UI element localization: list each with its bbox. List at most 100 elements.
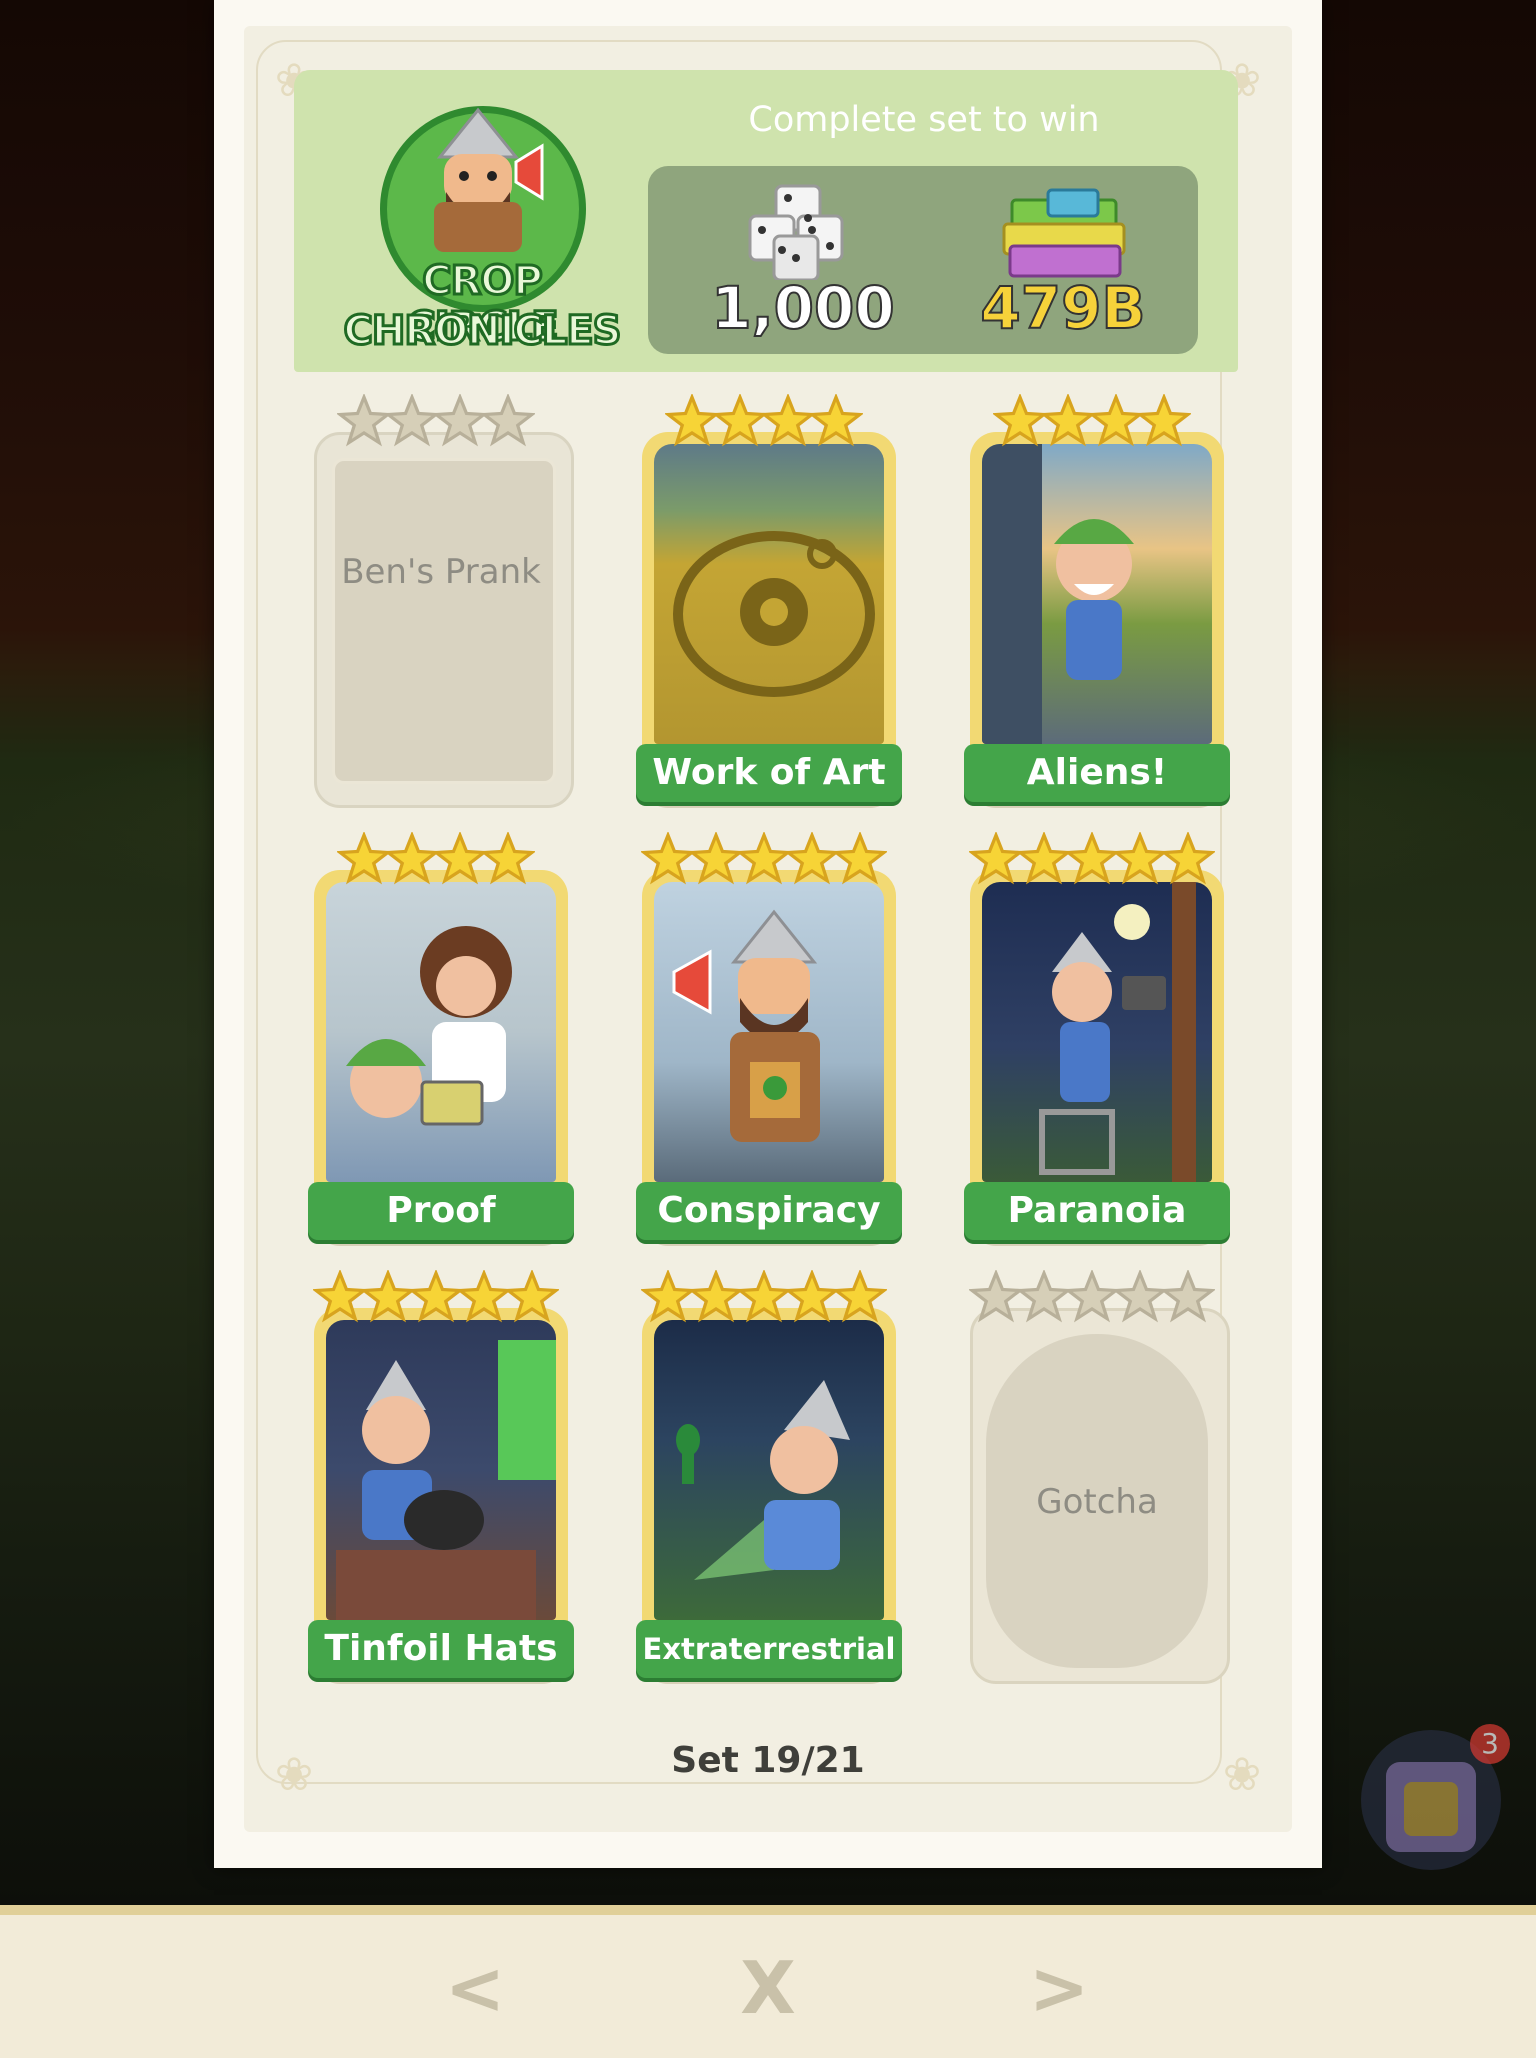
star-icon (1041, 394, 1095, 447)
star-rating (952, 832, 1232, 892)
reward-title: Complete set to win (748, 100, 1100, 140)
logo-title-line2: CHRONICLES (342, 307, 623, 356)
card-label: Aliens! (964, 744, 1230, 802)
card-art (982, 882, 1212, 1182)
star-rating (952, 394, 1232, 454)
star-rating (296, 394, 576, 454)
star-icon (713, 394, 767, 447)
card-label: Proof (308, 1182, 574, 1240)
card-tinfoil-hats[interactable]: Tinfoil Hats (296, 1270, 576, 1690)
card-art (326, 882, 556, 1182)
star-icon (457, 1270, 511, 1323)
star-rating (296, 1270, 576, 1330)
star-icon (761, 394, 815, 447)
card-conspiracy[interactable]: Conspiracy (624, 832, 904, 1252)
card-slot-gotcha[interactable]: Gotcha (952, 1270, 1232, 1690)
set-header: CROP CIRCLE CHRONICLES Complete set to w… (294, 70, 1238, 372)
star-icon (833, 832, 887, 885)
reward-box: 1,000 479B (648, 166, 1198, 354)
crop-circle-icon (673, 531, 875, 697)
set-logo: CROP CIRCLE CHRONICLES (342, 98, 623, 368)
card-label: Tinfoil Hats (308, 1620, 574, 1678)
star-icon (1017, 832, 1071, 885)
star-icon (737, 1270, 791, 1323)
star-icon (785, 832, 839, 885)
star-icon (969, 1270, 1023, 1323)
next-set-button[interactable]: > (1004, 1943, 1114, 2033)
star-icon (337, 394, 391, 447)
card-art (982, 444, 1212, 744)
card-label: Paranoia (964, 1182, 1230, 1240)
card-aliens[interactable]: Aliens! (952, 394, 1232, 814)
star-icon (409, 1270, 463, 1323)
card-extraterrestrial[interactable]: Extraterrestrial (624, 1270, 904, 1690)
star-icon (1065, 1270, 1119, 1323)
dice-reward-value: 1,000 (710, 273, 895, 343)
cash-reward-value: 479B (979, 273, 1146, 343)
star-icon (481, 394, 535, 447)
star-icon (1113, 832, 1167, 885)
previous-set-button[interactable]: < (420, 1943, 530, 2033)
close-button[interactable]: X (713, 1943, 823, 2033)
star-icon (385, 832, 439, 885)
star-icon (433, 394, 487, 447)
star-icon (433, 832, 487, 885)
empty-card-inner (332, 458, 556, 784)
farmer-scared-icon (982, 444, 1134, 744)
scientist-icon (346, 926, 512, 1126)
star-icon (833, 1270, 887, 1323)
card-label: Ben's Prank (341, 552, 541, 592)
star-icon (689, 832, 743, 885)
bottom-navigation: < X > (0, 1905, 1536, 2058)
dice-icon (748, 184, 844, 282)
star-icon (1137, 394, 1191, 447)
reward-dice: 1,000 (688, 180, 918, 350)
star-icon (1113, 1270, 1167, 1323)
tinfoil-hat-man-icon (434, 107, 544, 252)
star-icon (361, 1270, 415, 1323)
star-rating (624, 394, 904, 454)
notification-badge: 3 (1470, 1724, 1510, 1764)
star-icon (385, 394, 439, 447)
card-label: Conspiracy (636, 1182, 902, 1240)
star-rating (624, 832, 904, 892)
card-label: Gotcha (1036, 1482, 1158, 1522)
card-art (654, 1320, 884, 1620)
card-work-of-art[interactable]: Work of Art (624, 394, 904, 814)
star-icon (1017, 1270, 1071, 1323)
star-rating (296, 832, 576, 892)
star-icon (809, 394, 863, 447)
alien-sighting-icon (676, 1380, 850, 1580)
star-rating (952, 1270, 1232, 1330)
card-set-panel: ❀ ❀ ❀ ❀ CROP CIRCLE CHRONICLES Complete … (214, 0, 1322, 1868)
card-art (654, 882, 884, 1182)
star-icon (641, 1270, 695, 1323)
card-slot-bens-prank[interactable]: Ben's Prank (296, 394, 576, 814)
star-icon (737, 832, 791, 885)
card-label: Work of Art (636, 744, 902, 802)
star-icon (969, 832, 1023, 885)
card-art (326, 1320, 556, 1620)
star-icon (481, 832, 535, 885)
star-icon (641, 832, 695, 885)
conspiracy-man-icon (672, 909, 820, 1142)
star-icon (313, 1270, 367, 1323)
star-icon (1161, 832, 1215, 885)
star-icon (993, 394, 1047, 447)
card-art (654, 444, 884, 744)
star-rating (624, 1270, 904, 1330)
star-icon (665, 394, 719, 447)
star-icon (689, 1270, 743, 1323)
star-icon (337, 832, 391, 885)
star-icon (505, 1270, 559, 1323)
tinfoil-hat-farmer-icon (336, 1340, 556, 1620)
card-proof[interactable]: Proof (296, 832, 576, 1252)
star-icon (1161, 1270, 1215, 1323)
cash-stack-icon (1002, 188, 1126, 278)
card-paranoia[interactable]: Paranoia (952, 832, 1232, 1252)
farmer-camera-icon (1039, 882, 1196, 1182)
star-icon (785, 1270, 839, 1323)
star-icon (1089, 394, 1143, 447)
star-icon (1065, 832, 1119, 885)
card-label: Extraterrestrial (636, 1620, 902, 1678)
